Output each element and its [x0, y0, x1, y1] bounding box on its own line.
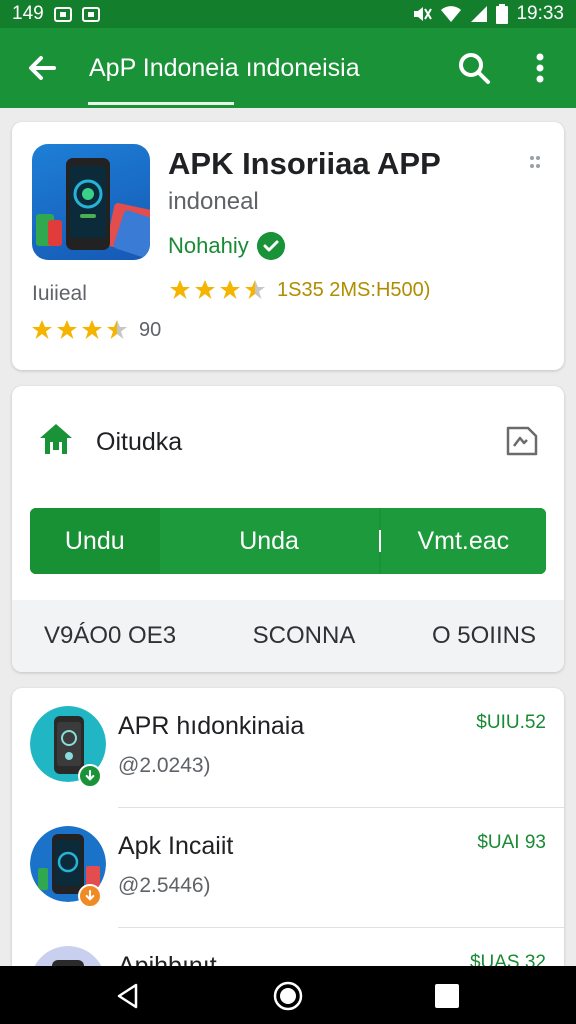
list-item-price: $UAI 93 [477, 832, 546, 853]
home-download-icon [40, 424, 72, 454]
more-vert-icon[interactable] [524, 48, 556, 88]
back-arrow-icon[interactable] [22, 48, 62, 88]
rating-summary: 1S35 2MS:H500) [168, 278, 430, 302]
download-segment-bar: Undu Unda Vmt.eac [30, 508, 546, 574]
notification-icon [81, 6, 100, 22]
download-card: Oitudka Undu Unda Vmt.eac V9ÁO0 OE3 SCON… [12, 386, 564, 672]
stat-2: SCONNA [252, 622, 356, 649]
download-badge-icon [78, 764, 102, 788]
segment-1[interactable]: Undu [30, 508, 160, 574]
list-item-name: APR hıdonkinaia [118, 712, 305, 740]
meta-label: Iuiieal [32, 282, 87, 305]
mute-icon [414, 7, 433, 21]
segment-3[interactable]: Vmt.eac [380, 508, 546, 574]
card-more-icon[interactable] [528, 152, 542, 174]
rating-count: 90 [139, 318, 162, 341]
app-subtitle: indoneal [168, 188, 259, 215]
app-bar-title: ApP Indoneia ındoneisia [89, 54, 360, 82]
star-icon [32, 320, 52, 339]
app-icon [32, 144, 150, 260]
rating-stars [30, 318, 129, 342]
app-info-card: APK Insoriiaa APP indoneal Nohahiy Iuiie… [12, 122, 564, 370]
download-title: Oitudka [96, 428, 183, 456]
list-item-name: Apk Incaiit [118, 832, 234, 860]
list-item[interactable]: APR hıdonkinaia @2.0243) $UIU.52 [12, 688, 564, 808]
verified-check-icon [256, 232, 285, 260]
segment-2[interactable]: Unda [159, 508, 379, 574]
developer-name: Nohahiy [168, 233, 249, 258]
stats-bar: V9ÁO0 OE3 SCONNA O 5OIINS [12, 600, 564, 672]
notification-icon [53, 6, 72, 22]
list-item-price: $UIU.52 [476, 712, 546, 733]
nav-recents-icon[interactable] [434, 983, 460, 1009]
bookmark-icon[interactable] [504, 422, 540, 458]
stat-1: V9ÁO0 OE3 [44, 622, 177, 649]
nav-back-icon[interactable] [114, 982, 142, 1010]
app-name: APK Insoriiaa APP [168, 146, 441, 181]
status-bar: 149 19:33 [0, 0, 576, 28]
wifi-icon [441, 6, 462, 22]
developer-row[interactable]: Nohahiy [168, 232, 285, 260]
star-half-icon [107, 320, 127, 339]
list-item-sub: @2.0243) [118, 754, 211, 777]
title-underline [88, 102, 234, 105]
signal-icon [471, 6, 488, 22]
list-item[interactable]: Apk Incaiit @2.5446) $UAI 93 [12, 808, 564, 928]
stat-3: O 5OIINS [431, 622, 536, 649]
star-half-icon [245, 280, 265, 299]
star-icon [82, 320, 102, 339]
status-time: 19:33 [516, 3, 564, 24]
system-nav-bar [0, 966, 576, 1024]
star-icon [195, 280, 215, 299]
star-icon [170, 280, 190, 299]
segment-2-label: Unda [239, 526, 299, 555]
update-badge-icon [78, 884, 102, 908]
battery-icon [496, 4, 509, 24]
search-icon[interactable] [454, 48, 494, 88]
nav-home-icon[interactable] [272, 980, 304, 1012]
app-list-card: APR hıdonkinaia @2.0243) $UIU.52 Apk Inc… [12, 688, 564, 988]
segment-1-label: Undu [64, 526, 125, 555]
rating-stars [168, 278, 267, 302]
star-icon [220, 280, 240, 299]
rating-count-row: 90 [30, 318, 161, 342]
app-bar: ApP Indoneia ındoneisia [0, 28, 576, 108]
segment-3-label: Vmt.eac [417, 526, 510, 555]
rating-summary-text: 1S35 2MS:H500) [277, 278, 431, 301]
list-item-sub: @2.5446) [118, 874, 211, 897]
star-icon [57, 320, 77, 339]
status-left-text: 149 [12, 3, 44, 24]
